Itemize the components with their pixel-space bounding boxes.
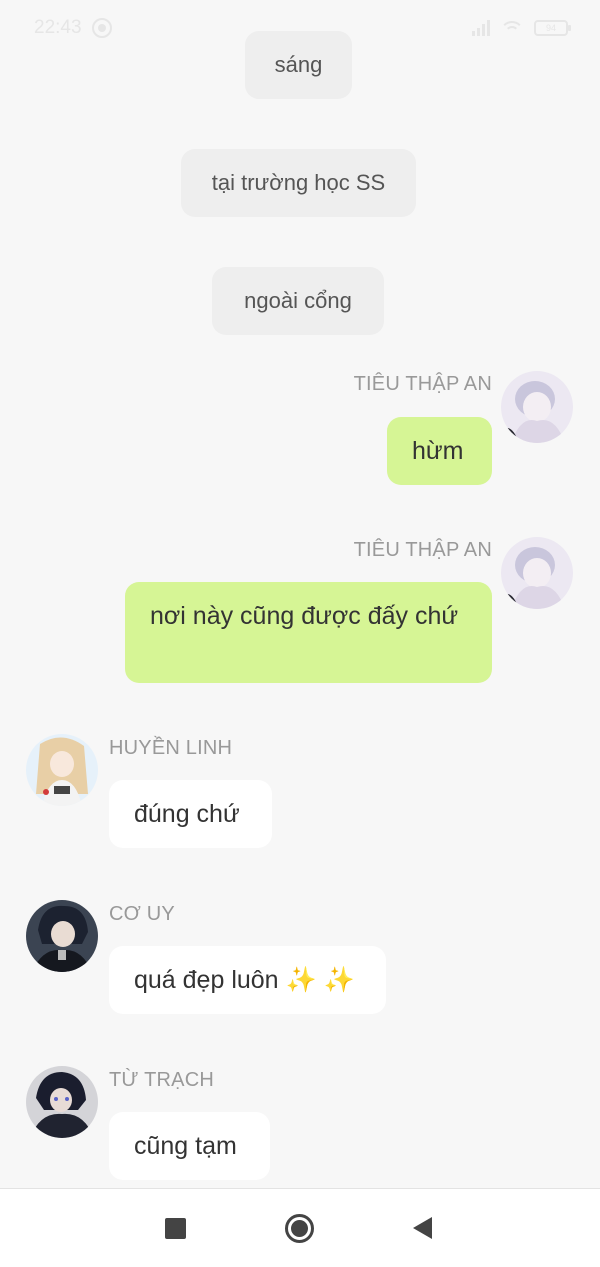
- system-message: tại trường học SS: [181, 149, 416, 217]
- avatar-image: [26, 1066, 98, 1138]
- system-message: sáng: [245, 31, 352, 99]
- system-message-text: tại trường học SS: [211, 170, 386, 195]
- message-bubble[interactable]: nơi này cũng được đấy chứ: [125, 582, 492, 683]
- message-bubble[interactable]: quá đẹp luôn ✨ ✨: [109, 946, 386, 1014]
- message-text: hừm: [412, 437, 464, 465]
- avatar-image: [26, 900, 98, 972]
- avatar[interactable]: [26, 734, 98, 806]
- system-message: ngoài cổng: [212, 267, 384, 335]
- system-navigation-bar: [0, 1188, 600, 1267]
- sender-name: TIÊU THẬP AN: [353, 539, 492, 561]
- message-bubble[interactable]: hừm: [387, 417, 492, 485]
- system-message-text: sáng: [274, 52, 323, 77]
- message-bubble[interactable]: cũng tạm: [109, 1112, 270, 1180]
- avatar-image: [26, 734, 98, 806]
- sender-name: HUYỀN LINH: [109, 737, 233, 759]
- battery-icon: 94: [534, 20, 571, 36]
- home-circle-icon: [285, 1214, 314, 1243]
- back-button[interactable]: [381, 1189, 461, 1267]
- square-icon: [165, 1218, 186, 1239]
- message-text: nơi này cũng được đấy chứ: [150, 602, 459, 630]
- sender-name: TIÊU THẬP AN: [353, 373, 492, 395]
- message-text: cũng tạm: [134, 1132, 237, 1160]
- notification-icon: [92, 18, 112, 38]
- message-bubble[interactable]: đúng chứ: [109, 780, 272, 848]
- status-icons: 94: [472, 17, 571, 39]
- avatar[interactable]: [501, 537, 573, 609]
- status-time: 22:43: [34, 17, 82, 38]
- home-button[interactable]: [259, 1189, 339, 1267]
- avatar-image: [501, 371, 573, 443]
- avatar-image: [501, 537, 573, 609]
- system-message-text: ngoài cổng: [244, 288, 352, 313]
- message-text: đúng chứ: [134, 800, 240, 828]
- avatar[interactable]: [501, 371, 573, 443]
- back-triangle-icon: [413, 1217, 432, 1239]
- avatar[interactable]: [26, 1066, 98, 1138]
- signal-icon: [472, 20, 490, 36]
- wifi-icon: [500, 19, 524, 37]
- sender-name: CƠ UY: [109, 903, 175, 925]
- battery-level: 94: [545, 23, 556, 33]
- recent-apps-button[interactable]: [135, 1189, 215, 1267]
- avatar[interactable]: [26, 900, 98, 972]
- sender-name: TỪ TRẠCH: [109, 1069, 214, 1091]
- message-text: quá đẹp luôn ✨ ✨: [134, 966, 355, 994]
